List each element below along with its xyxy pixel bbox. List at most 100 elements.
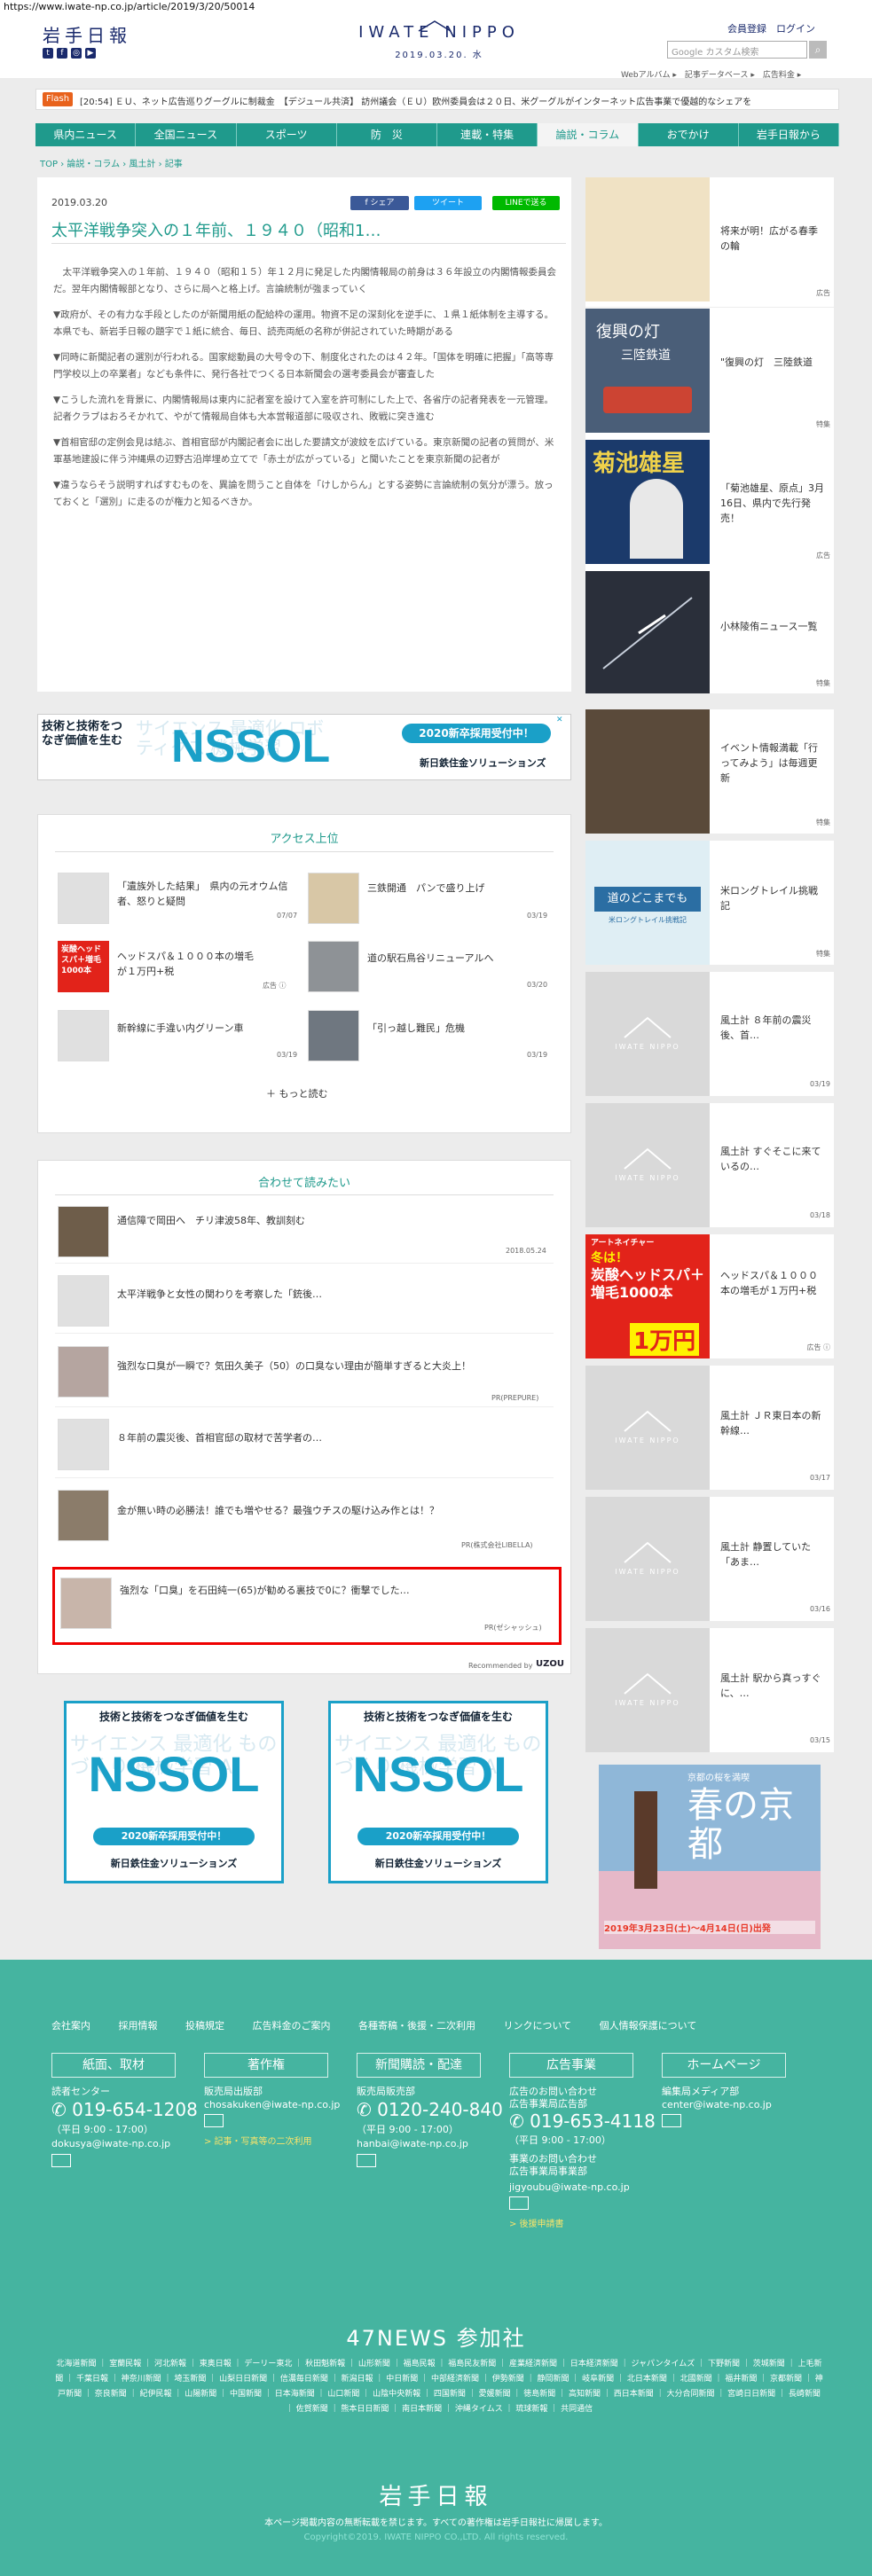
breadcrumb[interactable]: TOP › 論説・コラム › 風土計 › 記事 — [40, 156, 183, 169]
related-item[interactable]: 通信障で岡田へ チリ津波58年、教訓刻む — [117, 1213, 543, 1228]
spa-ad-thumb[interactable]: 炭酸ヘッドスパ＋増毛1000本 — [58, 941, 109, 992]
nav-item-active[interactable]: 論説・コラム — [538, 123, 639, 146]
brand-name[interactable]: IWATE NIPPO — [350, 23, 528, 42]
sidebar-item[interactable]: 風土計 駅から真っすぐに、… — [720, 1671, 827, 1701]
account-links[interactable]: 会員登録 ログイン — [727, 21, 815, 35]
sidebar-image[interactable] — [585, 177, 710, 301]
highlighted-related-item[interactable] — [52, 1567, 562, 1645]
sidebar-item[interactable]: ヘッドスパ＆１０００本の増毛が１万円+税 — [720, 1268, 827, 1298]
footer-link[interactable]: 各種寄稿・後援・二次利用 — [358, 2020, 475, 2032]
iwate-placeholder-image[interactable]: IWATE NIPPO — [585, 1628, 710, 1752]
thumb-image[interactable] — [58, 1490, 109, 1541]
thumb-image[interactable] — [308, 873, 359, 924]
thumb-image[interactable] — [58, 1275, 109, 1327]
sidebar-image[interactable]: 道のどこまでも 米ロングトレイル挑戦記 — [585, 841, 710, 965]
ranking-item[interactable]: 新幹線に手違い内グリーン車 — [117, 1021, 295, 1036]
news47-papers[interactable]: 北海道新聞 ｜ 室蘭民報 ｜ 河北新報 ｜ 東奥日報 ｜ デーリー東北 ｜ 秋田… — [53, 2357, 825, 2417]
contact-phone[interactable]: ✆ 0120-240-840 — [357, 2099, 503, 2120]
contact-email[interactable]: dokusya@iwate-np.co.jp — [51, 2138, 170, 2150]
mail-icon[interactable] — [204, 2114, 224, 2127]
contact-phone[interactable]: ✆ 019-654-1208 — [51, 2099, 198, 2120]
search-input[interactable]: Google カスタム検索 — [667, 41, 807, 59]
iwate-placeholder-image[interactable]: IWATE NIPPO — [585, 1497, 710, 1621]
sidebar-item[interactable]: 将来が明！広がる春季の輪 — [720, 223, 827, 254]
flash-ticker[interactable]: [20:54] ＥＵ、ネット広告巡りグーグルに制裁金 【デジュール共済】 訪州議… — [80, 94, 834, 107]
sidebar-item[interactable]: 小林陵侑ニュース一覧 — [720, 619, 827, 634]
share-facebook-button[interactable]: f シェア — [350, 196, 409, 210]
contact-email[interactable]: hanbai@iwate-np.co.jp — [357, 2138, 468, 2150]
ranking-item[interactable]: 「引っ越し難民」危機 — [367, 1021, 545, 1036]
youtube-icon[interactable]: ▶ — [85, 48, 96, 59]
ranking-item[interactable]: 道の駅石鳥谷リニューアルへ — [367, 951, 545, 966]
footer-button[interactable]: 著作権 — [204, 2053, 328, 2078]
nav-item[interactable]: 県内ニュース — [35, 123, 137, 146]
spa-ad-image[interactable]: アートネイチャー 冬は！ 炭酸ヘッドスパ＋増毛1000本 1万円 — [585, 1234, 710, 1358]
application-link[interactable]: > 後援申請書 — [509, 2216, 564, 2229]
sidebar-item[interactable]: イベント情報満載「行ってみよう」は毎週更新 — [720, 740, 827, 786]
sidebar-item[interactable]: 風土計 静置していた「あま… — [720, 1539, 827, 1570]
sidebar-item[interactable]: 米ロングトレイル挑戦記 — [720, 883, 827, 913]
nav-item[interactable]: 岩手日報から — [739, 123, 839, 146]
sidebar-item[interactable]: 「菊池雄星、原点」3月16日、県内で先行発売！ — [720, 481, 827, 526]
thumb-image[interactable] — [308, 1010, 359, 1061]
footer-button[interactable]: 広告事業 — [509, 2053, 633, 2078]
mail-icon[interactable] — [662, 2114, 681, 2127]
share-twitter-button[interactable]: ツイート — [414, 196, 482, 210]
footer-button[interactable]: 紙面、取材 — [51, 2053, 176, 2078]
thumb-image[interactable] — [58, 1206, 109, 1257]
footer-button[interactable]: 新聞購読・配達 — [357, 2053, 481, 2078]
iwate-placeholder-image[interactable]: IWATE NIPPO — [585, 1103, 710, 1227]
contact-email[interactable]: center@iwate-np.co.jp — [662, 2099, 772, 2111]
nssol-square-ad[interactable]: 技術と技術をつなぎ価値を生む サイエンス 最適化 ものづくり 機械学習 AI N… — [64, 1701, 284, 1883]
sidebar-image[interactable]: 菊池雄星 — [585, 440, 710, 564]
twitter-icon[interactable]: t — [43, 48, 53, 59]
mail-icon[interactable] — [51, 2154, 71, 2167]
footer-link[interactable]: 投稿規定 — [185, 2020, 224, 2032]
site-logo[interactable]: 岩手日報 — [43, 21, 131, 47]
footer-link[interactable]: 広告料金のご案内 — [253, 2020, 331, 2032]
contact-phone[interactable]: ✆ 019-653-4118 — [509, 2110, 656, 2132]
thumb-image[interactable] — [58, 1419, 109, 1470]
header-sublinks[interactable]: Webアルバム ▸ 記事データベース ▸ 広告料金 ▸ — [621, 68, 801, 80]
nav-item[interactable]: スポーツ — [237, 123, 337, 146]
related-item[interactable]: ８年前の震災後、首相官邸の取材で苦学者の… — [117, 1430, 543, 1445]
secondary-use-link[interactable]: > 記事・写真等の二次利用 — [204, 2134, 312, 2147]
footer-button[interactable]: ホームページ — [662, 2053, 786, 2078]
nssol-square-ad[interactable]: 技術と技術をつなぎ価値を生む サイエンス 最適化 ものづくり 機械学習 AI N… — [328, 1701, 548, 1883]
more-button[interactable]: ＋ もっと読む — [266, 1086, 328, 1100]
ranking-item[interactable]: 三鉄開通 パンで盛り上げ — [367, 881, 545, 896]
ranking-item[interactable]: ヘッドスパ＆１０００本の増毛が１万円+税 — [117, 949, 259, 979]
thumb-image[interactable] — [60, 1578, 112, 1629]
footer-link[interactable]: 個人情報保護について — [600, 2020, 697, 2032]
iwate-placeholder-image[interactable]: IWATE NIPPO — [585, 1366, 710, 1490]
search-icon[interactable]: ⌕ — [809, 41, 827, 59]
nav-item[interactable]: 防 災 — [337, 123, 437, 146]
related-item[interactable]: 強烈な口臭が一瞬で？気田久美子（50）の口臭ない理由が簡単すぎると大炎上！ — [117, 1358, 543, 1374]
related-item[interactable]: 強烈な「口臭」を石田純一(65)が勧める裏技で0に？衝撃でした… — [120, 1583, 537, 1598]
sidebar-item[interactable]: 風土計 ８年前の震災後、首… — [720, 1013, 827, 1043]
sidebar-image[interactable] — [585, 709, 710, 834]
footer-link[interactable]: リンクについて — [504, 2020, 572, 2032]
mail-icon[interactable] — [509, 2196, 529, 2210]
contact-email[interactable]: jigyoubu@iwate-np.co.jp — [509, 2181, 630, 2194]
related-item[interactable]: 太平洋戦争と女性の関わりを考察した「銃後… — [117, 1287, 543, 1302]
sidebar-item[interactable]: 風土計 ＪＲ東日本の新幹線… — [720, 1408, 827, 1438]
sidebar-image[interactable]: 復興の灯 三陸鉄道 — [585, 309, 710, 433]
contact-email[interactable]: chosakuken@iwate-np.co.jp — [204, 2099, 340, 2111]
thumb-image[interactable] — [58, 1010, 109, 1061]
instagram-icon[interactable]: ◎ — [71, 48, 82, 59]
ranking-item[interactable]: 「遺族外した結果」 県内の元オウム信者、怒りと疑問 — [117, 879, 295, 909]
facebook-icon[interactable]: f — [57, 48, 67, 59]
iwate-placeholder-image[interactable]: IWATE NIPPO — [585, 972, 710, 1096]
sidebar-item[interactable]: "復興の灯 三陸鉄道 — [720, 355, 827, 370]
thumb-image[interactable] — [58, 1346, 109, 1398]
footer-link[interactable]: 会社案内 — [51, 2020, 90, 2032]
sidebar-image[interactable] — [585, 571, 710, 693]
nav-item[interactable]: 全国ニュース — [136, 123, 237, 146]
nssol-banner-ad[interactable]: 技術と技術をつなぎ価値を生む サイエンス 最適化 ロボティクス 機械学習 NSS… — [37, 714, 571, 780]
share-line-button[interactable]: LINEで送る — [492, 196, 560, 210]
footer-link[interactable]: 採用情報 — [119, 2020, 158, 2032]
ad-close-icon[interactable]: ✕ — [556, 716, 563, 724]
sidebar-item[interactable]: 風土計 すぐそこに来ているの… — [720, 1144, 827, 1174]
thumb-image[interactable] — [308, 941, 359, 992]
